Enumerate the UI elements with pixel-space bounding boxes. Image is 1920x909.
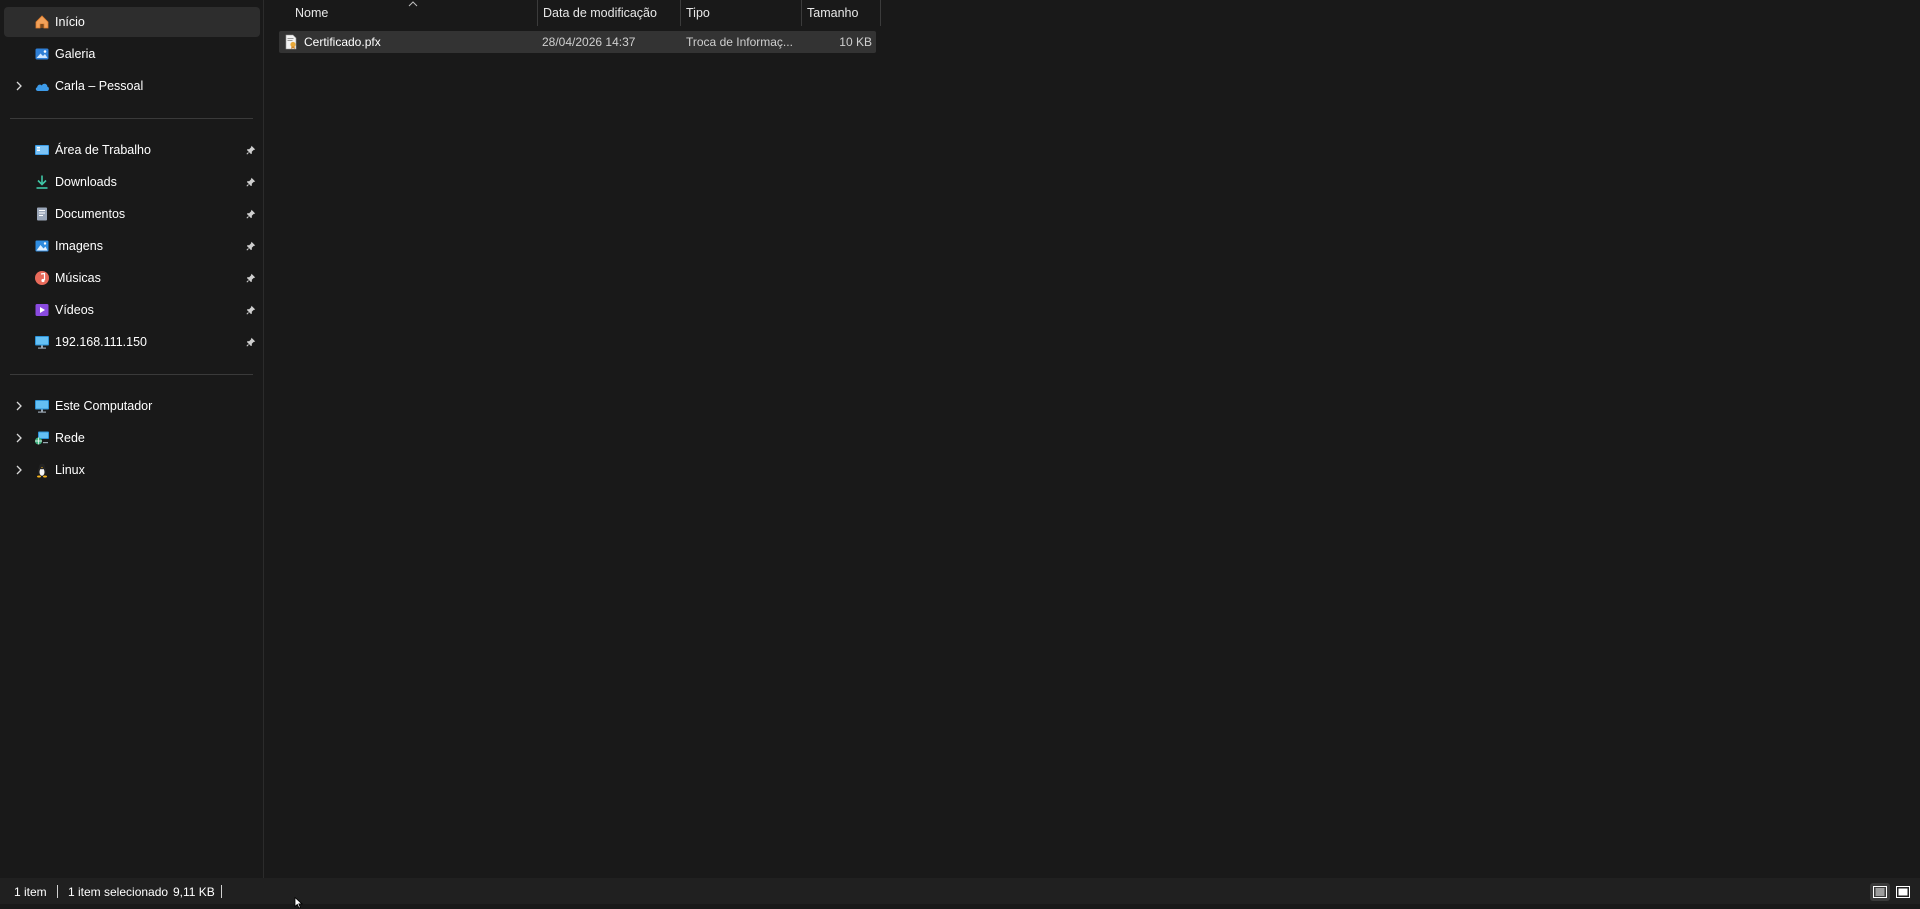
chevron-right-icon[interactable]: [12, 399, 26, 413]
certificate-file-icon: [283, 34, 299, 50]
selection-size: 9,11 KB: [173, 885, 215, 899]
pin-icon: [244, 335, 258, 349]
sidebar-item-label: Vídeos: [55, 303, 94, 317]
sidebar-item-network-share[interactable]: 192.168.111.150: [4, 327, 260, 357]
sidebar-item-label: Documentos: [55, 207, 126, 221]
status-bar: 1 item 1 item selecionado 9,11 KB: [0, 878, 1920, 904]
sidebar-item-label: Início: [55, 15, 85, 29]
column-header-size[interactable]: Tamanho: [801, 0, 881, 26]
sidebar-item-label: Linux: [55, 463, 85, 477]
chevron-right-icon[interactable]: [12, 463, 26, 477]
home-icon: [34, 14, 50, 30]
gallery-icon: [34, 46, 50, 62]
download-icon: [34, 174, 50, 190]
file-date-modified: 28/04/2026 14:37: [542, 35, 636, 49]
column-header-label: Tamanho: [807, 6, 859, 20]
sidebar-item-inicio[interactable]: Início: [4, 7, 260, 37]
music-icon: [34, 270, 50, 286]
selection-count: 1 item selecionado: [68, 885, 169, 899]
sidebar-separator: [10, 374, 253, 375]
sidebar-item-label: 192.168.111.150: [55, 335, 147, 349]
computer-icon: [34, 398, 50, 414]
sidebar-item-downloads[interactable]: Downloads: [4, 167, 260, 197]
sidebar-item-rede[interactable]: Rede: [4, 423, 260, 453]
pin-icon: [244, 303, 258, 317]
sidebar-item-label: Área de Trabalho: [55, 143, 151, 157]
pin-icon: [244, 143, 258, 157]
sidebar-item-area-de-trabalho[interactable]: Área de Trabalho: [4, 135, 260, 165]
chevron-right-icon[interactable]: [12, 431, 26, 445]
documents-icon: [34, 206, 50, 222]
sidebar-item-galeria[interactable]: Galeria: [4, 39, 260, 69]
column-header-label: Data de modificação: [543, 6, 657, 20]
network-drive-icon: [34, 334, 50, 350]
navigation-pane: Início Galeria Carla – Pessoal Área de T…: [0, 0, 264, 878]
sidebar-item-imagens[interactable]: Imagens: [4, 231, 260, 261]
table-row[interactable]: Certificado.pfx 28/04/2026 14:37 Troca d…: [279, 31, 876, 53]
large-icons-view-button[interactable]: [1893, 883, 1913, 901]
onedrive-cloud-icon: [34, 78, 50, 94]
sidebar-item-documentos[interactable]: Documentos: [4, 199, 260, 229]
sidebar-item-label: Imagens: [55, 239, 103, 253]
sidebar-item-videos[interactable]: Vídeos: [4, 295, 260, 325]
sidebar-item-label: Downloads: [55, 175, 117, 189]
sidebar-item-musicas[interactable]: Músicas: [4, 263, 260, 293]
linux-icon: [34, 462, 50, 478]
sidebar-separator: [10, 118, 253, 119]
sidebar-item-label: Carla – Pessoal: [55, 79, 144, 93]
large-icons-view-icon: [1896, 886, 1910, 898]
column-header-name[interactable]: Nome: [289, 0, 537, 26]
details-view-button[interactable]: [1870, 883, 1890, 901]
sidebar-item-label: Músicas: [55, 271, 101, 285]
mouse-cursor-icon: [294, 897, 304, 909]
file-size: 10 KB: [839, 35, 872, 49]
status-separator: [221, 885, 222, 898]
column-header-label: Tipo: [686, 6, 710, 20]
item-count: 1 item: [14, 885, 47, 899]
column-resize-handle[interactable]: [880, 0, 881, 26]
sidebar-item-label: Galeria: [55, 47, 96, 61]
chevron-right-icon[interactable]: [12, 79, 26, 93]
network-icon: [34, 430, 50, 446]
sidebar-item-linux[interactable]: Linux: [4, 455, 260, 485]
sidebar-item-label: Este Computador: [55, 399, 153, 413]
column-header-label: Nome: [295, 6, 329, 20]
sidebar-item-este-computador[interactable]: Este Computador: [4, 391, 260, 421]
details-view-icon: [1873, 886, 1887, 898]
file-list-pane: Nome Data de modificação Tipo Tamanho Ce…: [265, 0, 1920, 878]
pin-icon: [244, 271, 258, 285]
column-header-type[interactable]: Tipo: [680, 0, 802, 26]
pictures-icon: [34, 238, 50, 254]
pin-icon: [244, 207, 258, 221]
file-type: Troca de Informaç...: [686, 35, 793, 49]
file-name[interactable]: Certificado.pfx: [304, 35, 381, 49]
pin-icon: [244, 239, 258, 253]
desktop-icon: [34, 142, 50, 158]
column-header-date[interactable]: Data de modificação: [537, 0, 681, 26]
status-separator: [57, 885, 58, 898]
pin-icon: [244, 175, 258, 189]
videos-icon: [34, 302, 50, 318]
sidebar-item-onedrive[interactable]: Carla – Pessoal: [4, 71, 260, 101]
sidebar-item-label: Rede: [55, 431, 85, 445]
